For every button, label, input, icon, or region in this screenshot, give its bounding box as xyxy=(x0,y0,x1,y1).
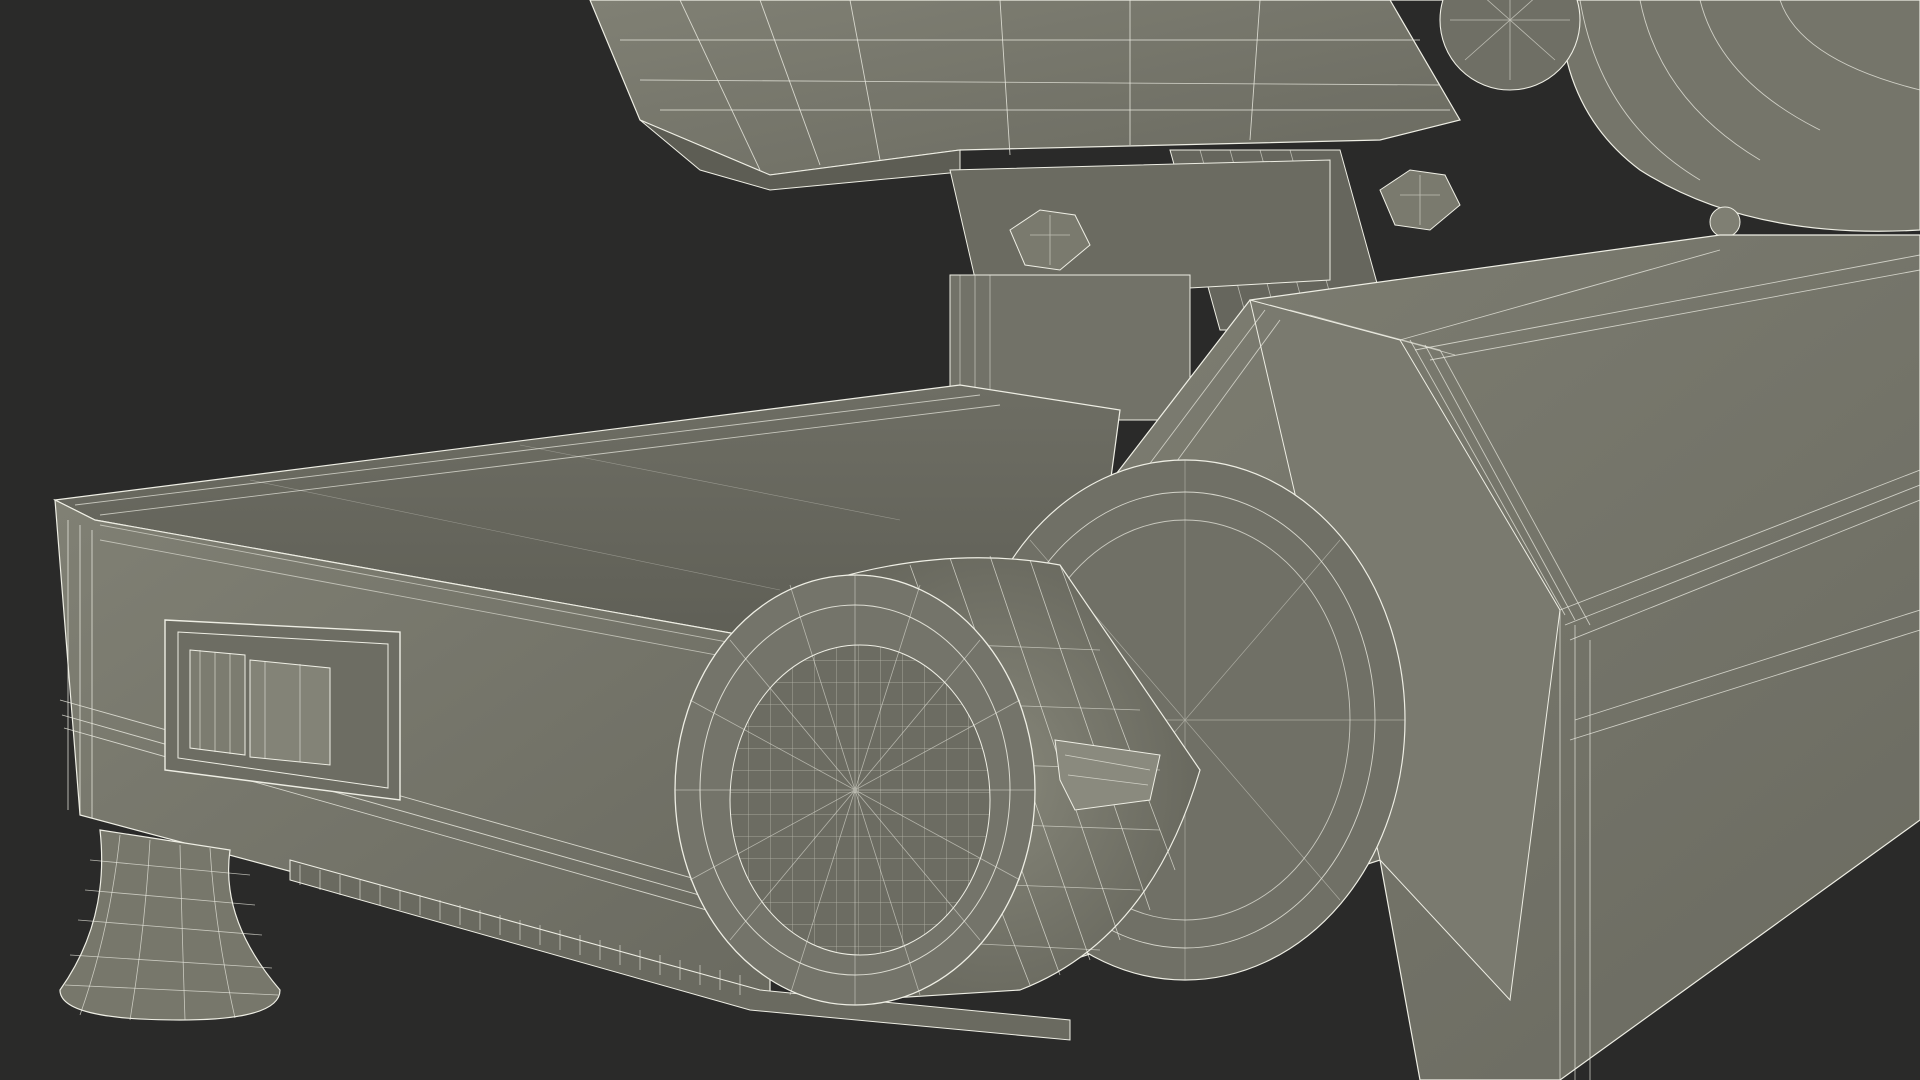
wireframe-scene xyxy=(0,0,1920,1080)
bolt-head xyxy=(1709,206,1741,238)
render-viewport xyxy=(0,0,1920,1080)
power-switch xyxy=(164,619,401,801)
